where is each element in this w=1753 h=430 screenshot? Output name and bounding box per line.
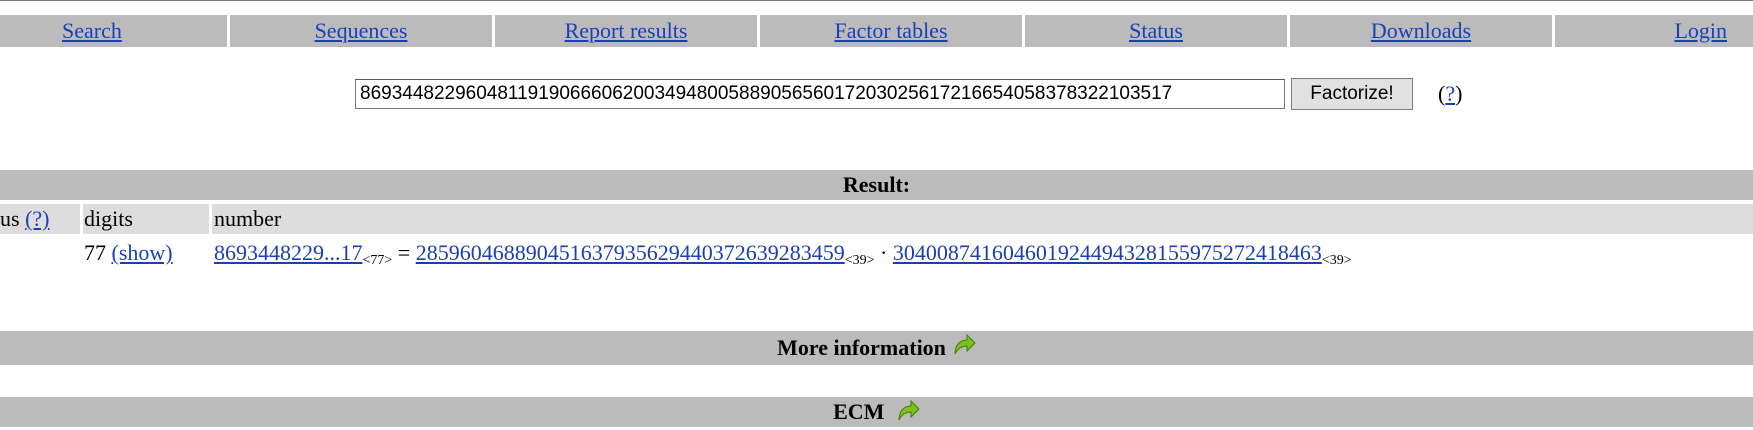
factor-link-2[interactable]: 304008741604601924494328155975272418463 (893, 240, 1322, 265)
result-row: 77 (show) 8693448229...17<77> = 28596046… (0, 238, 1753, 270)
factor-2-size: <39> (1321, 253, 1352, 268)
top-rule (0, 0, 1753, 1)
factor-1-size: <39> (844, 253, 875, 268)
status-column-header: us (?) (0, 204, 49, 234)
nav-cell-search: Search (0, 15, 230, 47)
digits-column-header: digits (84, 206, 133, 231)
nav-cell-report-results: Report results (495, 15, 760, 47)
number-input[interactable] (355, 79, 1285, 109)
nav-link-status[interactable]: Status (1129, 18, 1183, 44)
nav-link-sequences[interactable]: Sequences (315, 18, 408, 44)
status-help-link[interactable]: (?) (25, 206, 49, 231)
ecm-label: ECM (833, 399, 885, 424)
number-size: <77> (362, 253, 393, 268)
result-header: Result: (0, 170, 1753, 200)
digits-cell: 77 (show) (84, 238, 173, 268)
factor-link-1[interactable]: 285960468890451637935629440372639283459 (416, 240, 845, 265)
help-close-paren: ) (1455, 81, 1463, 106)
ecm-header[interactable]: ECM (0, 397, 1753, 427)
nav-cell-login: Login (1555, 15, 1753, 47)
multiply-dot: · (880, 240, 888, 265)
digits-value: 77 (84, 240, 106, 265)
result-column-headers: us (?) digits number (0, 204, 1753, 234)
nav-bar: Search Sequences Report results Factor t… (0, 15, 1753, 47)
help-container: (?) (1438, 81, 1462, 107)
nav-link-factor-tables[interactable]: Factor tables (834, 18, 947, 44)
more-information-label: More information (777, 335, 946, 360)
help-link[interactable]: ? (1445, 81, 1455, 106)
nav-cell-factor-tables: Factor tables (760, 15, 1025, 47)
nav-link-report-results[interactable]: Report results (565, 18, 688, 44)
status-header-label: us (0, 206, 20, 231)
nav-cell-status: Status (1025, 15, 1290, 47)
nav-cell-sequences: Sequences (230, 15, 495, 47)
green-arrow-icon (896, 399, 920, 430)
show-digits-link[interactable]: (show) (112, 240, 173, 265)
factorize-form: Factorize! (?) (355, 78, 1462, 110)
nav-link-login[interactable]: Login (1674, 18, 1727, 44)
more-information-header[interactable]: More information (0, 331, 1753, 365)
factorize-button[interactable]: Factorize! (1291, 78, 1413, 110)
green-arrow-icon (952, 333, 976, 362)
number-cell: 8693448229...17<77> = 285960468890451637… (214, 238, 1352, 276)
column-separator (209, 204, 212, 234)
column-separator (80, 204, 83, 234)
equals-sign: = (397, 240, 411, 265)
nav-link-search[interactable]: Search (62, 18, 122, 44)
nav-link-downloads[interactable]: Downloads (1371, 18, 1471, 44)
nav-cell-downloads: Downloads (1290, 15, 1555, 47)
number-column-header: number (214, 206, 282, 231)
number-link[interactable]: 8693448229...17 (214, 240, 363, 265)
